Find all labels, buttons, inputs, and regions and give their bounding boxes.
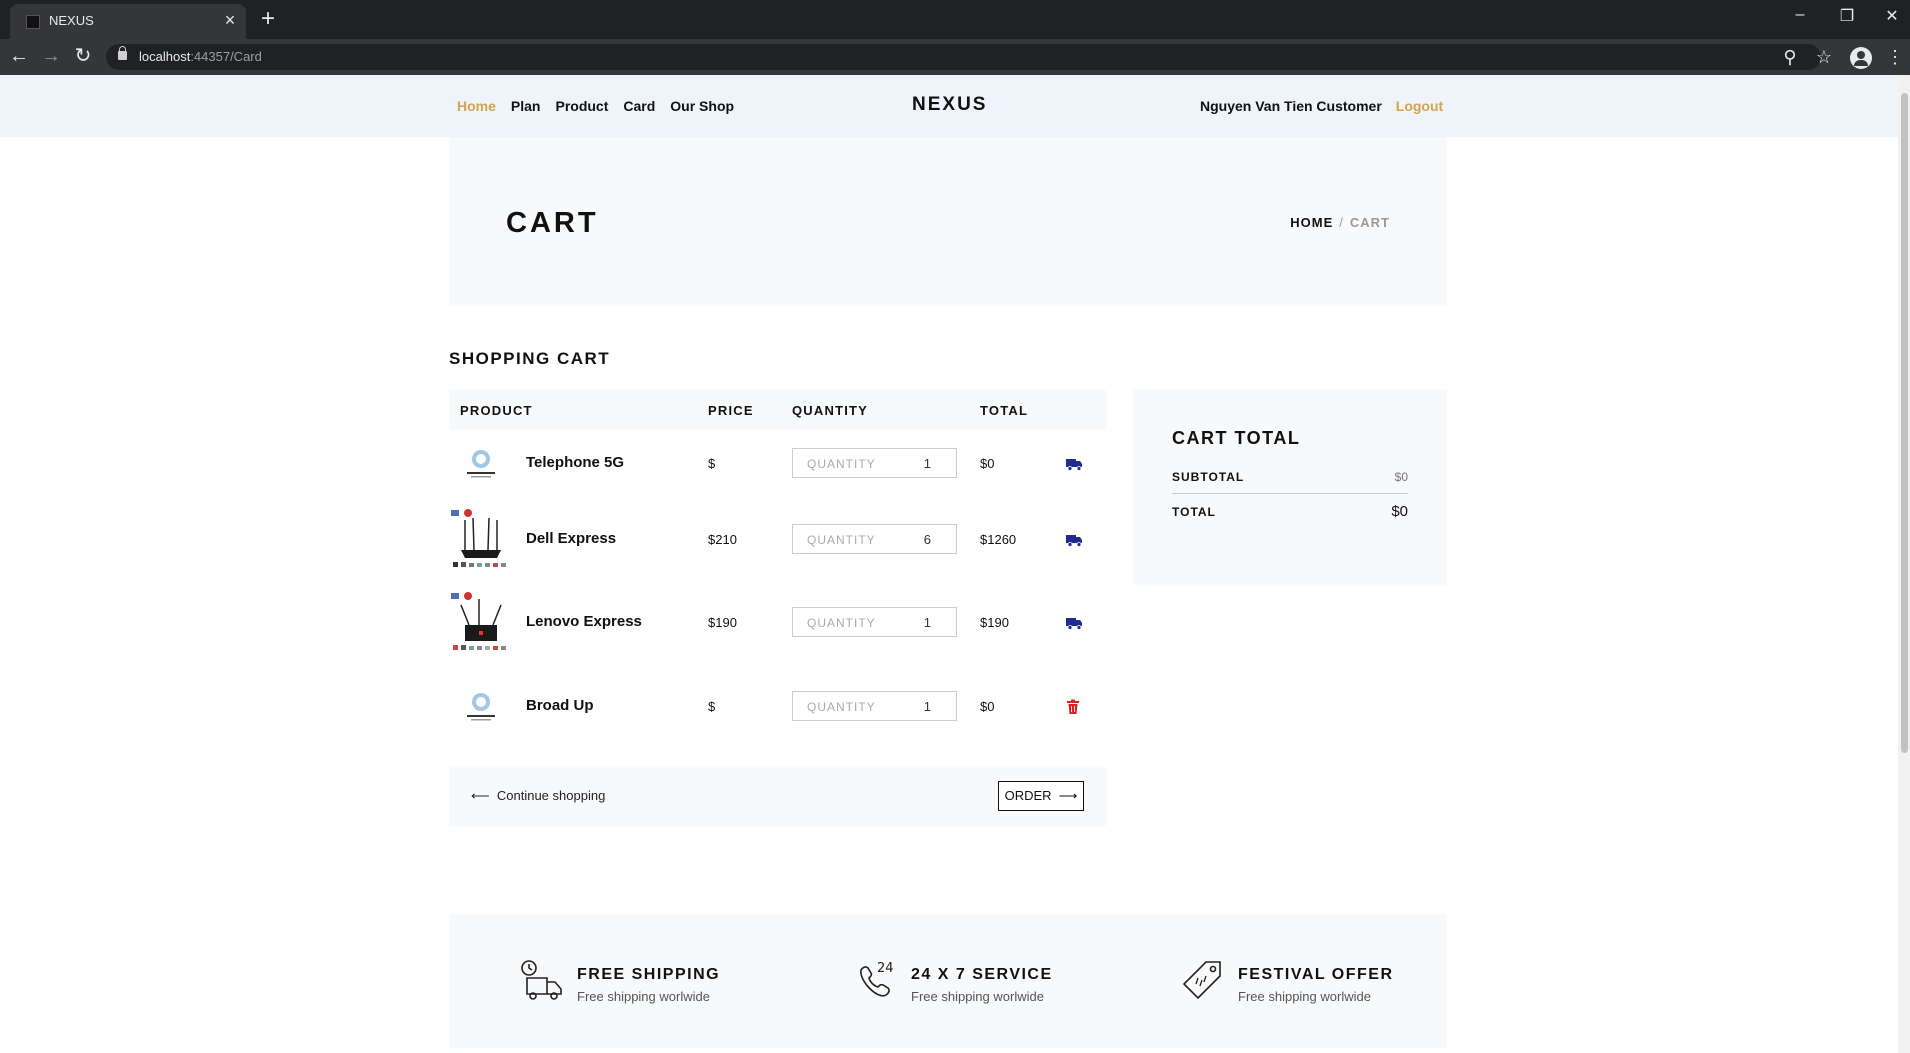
- cart-actions: ⟵ Continue shopping ORDER ⟶: [449, 767, 1106, 826]
- cart-row: Dell Express $210 QUANTITY 6 $1260: [449, 497, 1106, 581]
- product-total: $190: [980, 615, 1009, 630]
- subtotal-line: SUBTOTAL $0: [1172, 470, 1408, 484]
- feature-subtitle: Free shipping worlwide: [911, 989, 1044, 1004]
- total-line: TOTAL $0: [1172, 503, 1408, 520]
- nav-plan[interactable]: Plan: [511, 98, 541, 114]
- trash-icon[interactable]: [1066, 699, 1080, 715]
- cart-row: Telephone 5G $ QUANTITY 1 $0: [449, 430, 1106, 497]
- nav-product[interactable]: Product: [555, 98, 608, 114]
- quantity-input[interactable]: QUANTITY 1: [792, 607, 957, 637]
- breadcrumb: HOME / CART: [1290, 215, 1390, 230]
- minimize-icon[interactable]: –: [1785, 6, 1815, 24]
- lock-icon: [118, 46, 127, 60]
- quantity-input[interactable]: QUANTITY 1: [792, 448, 957, 478]
- nav-home[interactable]: Home: [457, 98, 496, 114]
- product-logo-thumb: [467, 693, 495, 721]
- browser-tab[interactable]: NEXUS ×: [10, 4, 246, 39]
- phone-24-icon: 24: [860, 961, 894, 997]
- header-total: TOTAL: [980, 403, 1029, 418]
- profile-icon[interactable]: [1850, 47, 1872, 69]
- address-bar[interactable]: localhost:44357/Card: [106, 44, 1821, 70]
- nav-our-shop[interactable]: Our Shop: [670, 98, 734, 114]
- nav-card[interactable]: Card: [623, 98, 655, 114]
- reload-icon[interactable]: ↻: [70, 43, 96, 69]
- feature-title: 24 X 7 SERVICE: [911, 966, 1053, 983]
- tab-close-icon[interactable]: ×: [220, 9, 240, 31]
- product-price: $190: [708, 615, 737, 630]
- product-name[interactable]: Broad Up: [526, 697, 594, 714]
- truck-icon[interactable]: [1064, 532, 1084, 548]
- subtotal-value: $0: [1394, 470, 1408, 484]
- cart-row: Lenovo Express $190 QUANTITY 1 $190: [449, 581, 1106, 664]
- user-name[interactable]: Nguyen Van Tien Customer: [1200, 98, 1382, 114]
- product-name[interactable]: Dell Express: [526, 530, 616, 547]
- main-nav: Home Plan Product Card Our Shop: [457, 98, 734, 114]
- feature-title: FESTIVAL OFFER: [1238, 966, 1394, 983]
- total-value: $0: [1391, 503, 1408, 520]
- feature-subtitle: Free shipping worlwide: [1238, 989, 1371, 1004]
- header-product: PRODUCT: [460, 403, 533, 418]
- truck-icon[interactable]: [1064, 456, 1084, 472]
- total-divider: [1172, 493, 1408, 494]
- product-total: $0: [980, 456, 995, 471]
- page-title: CART: [506, 207, 599, 239]
- site-header: Home Plan Product Card Our Shop NEXUS Ng…: [0, 75, 1898, 137]
- product-name[interactable]: Telephone 5G: [526, 454, 624, 471]
- feature-subtitle: Free shipping worlwide: [577, 989, 710, 1004]
- browser-toolbar: ← → ↻ localhost:44357/Card ⚲ ☆ ⋮: [0, 39, 1910, 75]
- breadcrumb-separator: /: [1339, 215, 1344, 230]
- page-scrollbar[interactable]: [1898, 75, 1910, 1053]
- browser-tab-bar: NEXUS × + – ❐ ✕: [0, 0, 1910, 39]
- product-router-thumb: [451, 509, 506, 567]
- cart-table-header: PRODUCT PRICE QUANTITY TOTAL: [449, 390, 1106, 430]
- cart-row: Broad Up $ QUANTITY 1 $0: [449, 664, 1106, 751]
- tab-favicon-icon: [26, 15, 40, 29]
- feature-title: FREE SHIPPING: [577, 966, 721, 983]
- product-router-thumb: [451, 592, 506, 650]
- product-price: $: [708, 456, 716, 471]
- product-price: $210: [708, 532, 737, 547]
- shopping-cart-title: SHOPPING CART: [449, 349, 611, 368]
- cart-total-panel: CART TOTAL SUBTOTAL $0 TOTAL $0: [1133, 390, 1447, 585]
- user-area: Nguyen Van Tien Customer Logout: [1200, 98, 1443, 114]
- product-price: $: [708, 699, 716, 714]
- header-price: PRICE: [708, 403, 754, 418]
- cart-total-title: CART TOTAL: [1172, 428, 1301, 448]
- quantity-input[interactable]: QUANTITY 1: [792, 691, 957, 721]
- back-icon[interactable]: ←: [6, 43, 32, 69]
- cart-table: PRODUCT PRICE QUANTITY TOTAL Telephone 5…: [449, 390, 1106, 751]
- scrollbar-thumb[interactable]: [1901, 93, 1908, 753]
- logout-link[interactable]: Logout: [1396, 98, 1443, 114]
- svg-text:24: 24: [877, 961, 894, 976]
- product-total: $0: [980, 699, 995, 714]
- browser-menu-icon[interactable]: ⋮: [1882, 44, 1908, 70]
- page: Home Plan Product Card Our Shop NEXUS Ng…: [0, 75, 1898, 1053]
- breadcrumb-home[interactable]: HOME: [1290, 215, 1333, 230]
- url-text: localhost:44357/Card: [139, 49, 262, 64]
- order-button[interactable]: ORDER ⟶: [998, 781, 1084, 811]
- forward-icon[interactable]: →: [38, 43, 64, 69]
- features-bar: FREE SHIPPING Free shipping worlwide 24 …: [449, 914, 1447, 1048]
- tab-title: NEXUS: [49, 13, 94, 28]
- page-hero: CART HOME / CART: [449, 137, 1447, 305]
- quantity-input[interactable]: QUANTITY 6: [792, 524, 957, 554]
- breadcrumb-current: CART: [1349, 215, 1390, 230]
- price-tag-icon: [1182, 961, 1221, 1000]
- product-logo-thumb: [467, 450, 495, 478]
- close-window-icon[interactable]: ✕: [1877, 6, 1907, 26]
- product-name[interactable]: Lenovo Express: [526, 613, 642, 630]
- continue-shopping-link[interactable]: ⟵ Continue shopping: [471, 788, 605, 804]
- new-tab-icon[interactable]: +: [258, 5, 278, 33]
- header-quantity: QUANTITY: [792, 403, 869, 418]
- truck-icon[interactable]: [1064, 615, 1084, 631]
- product-total: $1260: [980, 532, 1017, 547]
- bookmark-star-icon[interactable]: ☆: [1811, 44, 1837, 70]
- delivery-truck-icon: [521, 960, 562, 1000]
- restore-icon[interactable]: ❐: [1832, 6, 1862, 26]
- site-logo[interactable]: NEXUS: [912, 94, 987, 116]
- zoom-icon[interactable]: ⚲: [1777, 44, 1803, 70]
